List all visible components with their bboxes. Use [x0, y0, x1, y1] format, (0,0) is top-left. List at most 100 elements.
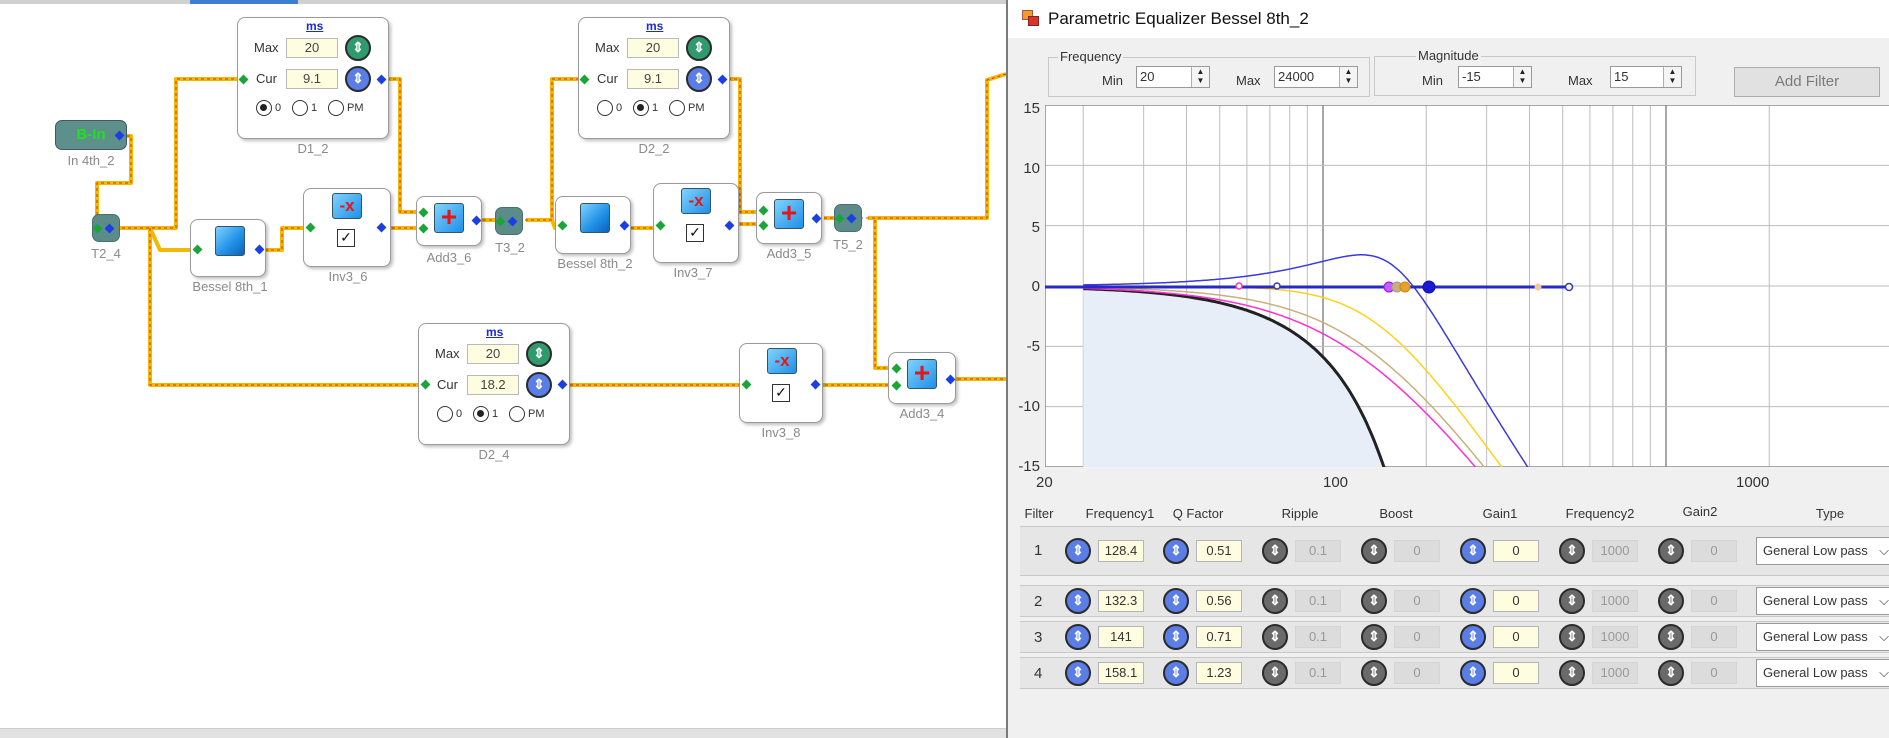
mag-min-input[interactable]: -15 ▲ ▼	[1458, 66, 1532, 88]
gain1-field[interactable]: 0	[1493, 626, 1539, 648]
adjust-knob-icon[interactable]: ⇕	[1460, 660, 1486, 686]
filter-handle-marker	[1534, 283, 1542, 291]
adjust-knob-icon[interactable]: ⇕	[686, 35, 712, 61]
mag-max-input[interactable]: 15 ▲ ▼	[1610, 66, 1682, 88]
filter-type-select[interactable]: General Low pass ⌵	[1756, 587, 1889, 615]
adjust-knob-icon[interactable]: ⇕	[1163, 538, 1189, 564]
frequency2-field: 1000	[1592, 590, 1638, 612]
spin-arrows-icon[interactable]: ▲ ▼	[1191, 67, 1209, 87]
filter-row: 2 ⇕ 132.3 ⇕ 0.56 ⇕ 0.1 ⇕ 0 ⇕ 0 ⇕ 1000 ⇕ …	[1020, 585, 1889, 617]
cur-value-field[interactable]: 9.1	[627, 69, 679, 89]
spin-arrows-icon[interactable]: ▲ ▼	[1339, 67, 1357, 87]
horizontal-scrollbar[interactable]	[0, 728, 1006, 738]
adjust-knob-icon[interactable]: ⇕	[1262, 660, 1288, 686]
adjust-knob-icon[interactable]: ⇕	[1559, 538, 1585, 564]
q-factor-field[interactable]: 0.56	[1196, 590, 1242, 612]
design-canvas[interactable]: B-In In 4th_2 T2_4 Bessel 8th_1 -x ✓ Inv…	[0, 0, 1006, 738]
frequency1-field[interactable]: 141	[1098, 626, 1144, 648]
radio-1[interactable]	[473, 406, 489, 422]
adjust-knob-icon[interactable]: ⇕	[1065, 660, 1091, 686]
add-filter-button[interactable]: Add Filter	[1734, 67, 1880, 97]
radio-1[interactable]	[633, 100, 649, 116]
filter-type-select[interactable]: General Low pass ⌵	[1756, 623, 1889, 651]
adjust-knob-icon[interactable]: ⇕	[1658, 624, 1684, 650]
adjust-knob-icon[interactable]: ⇕	[1658, 588, 1684, 614]
gain1-field[interactable]: 0	[1493, 662, 1539, 684]
adjust-knob-icon[interactable]: ⇕	[1559, 660, 1585, 686]
adjust-knob-icon[interactable]: ⇕	[1065, 538, 1091, 564]
unit-link[interactable]: ms	[306, 19, 323, 33]
radio-0[interactable]	[256, 100, 272, 116]
filter-handle-marker	[1564, 282, 1574, 292]
max-label: Max	[254, 40, 279, 55]
cur-value-field[interactable]: 18.2	[467, 375, 519, 395]
filter-type-select[interactable]: General Low pass ⌵	[1756, 659, 1889, 687]
q-factor-field[interactable]: 0.71	[1196, 626, 1242, 648]
adjust-knob-icon[interactable]: ⇕	[1361, 624, 1387, 650]
adjust-knob-icon[interactable]: ⇕	[1163, 660, 1189, 686]
adjust-knob-icon[interactable]: ⇕	[1361, 660, 1387, 686]
adjust-knob-icon[interactable]: ⇕	[1163, 588, 1189, 614]
block-label: Add3_6	[426, 250, 472, 265]
max-label: Max	[435, 346, 460, 361]
adjust-knob-icon[interactable]: ⇕	[1361, 588, 1387, 614]
radio-pm[interactable]	[669, 100, 685, 116]
adjust-knob-icon[interactable]: ⇕	[1460, 588, 1486, 614]
adjust-knob-icon[interactable]: ⇕	[345, 66, 371, 92]
frequency2-field: 1000	[1592, 626, 1638, 648]
block-label: D2_4	[478, 447, 510, 462]
frequency-response-plot[interactable]	[1045, 105, 1889, 467]
adjust-knob-icon[interactable]: ⇕	[686, 66, 712, 92]
adjust-knob-icon[interactable]: ⇕	[1559, 624, 1585, 650]
gain1-field[interactable]: 0	[1493, 540, 1539, 562]
adjust-knob-icon[interactable]: ⇕	[345, 35, 371, 61]
radio-1[interactable]	[292, 100, 308, 116]
freq-max-input[interactable]: 24000 ▲ ▼	[1274, 66, 1358, 88]
max-value-field[interactable]: 20	[286, 38, 338, 58]
frequency1-field[interactable]: 158.1	[1098, 662, 1144, 684]
unit-link[interactable]: ms	[486, 325, 503, 339]
x-tick-label: 20	[1036, 474, 1053, 491]
delay-block-d1-2[interactable]: ms Max 20 ⇕ Cur 9.1 ⇕ 0 1 PM	[237, 17, 389, 139]
column-header-type: Type	[1815, 506, 1845, 521]
adjust-knob-icon[interactable]: ⇕	[1658, 538, 1684, 564]
radio-pm[interactable]	[328, 100, 344, 116]
adjust-knob-icon[interactable]: ⇕	[1163, 624, 1189, 650]
spin-arrows-icon[interactable]: ▲ ▼	[1513, 67, 1531, 87]
gain1-field[interactable]: 0	[1493, 590, 1539, 612]
adjust-knob-icon[interactable]: ⇕	[1658, 660, 1684, 686]
q-factor-field[interactable]: 1.23	[1196, 662, 1242, 684]
freq-min-input[interactable]: 20 ▲ ▼	[1136, 66, 1210, 88]
q-factor-field[interactable]: 0.51	[1196, 540, 1242, 562]
ripple-field: 0.1	[1295, 626, 1341, 648]
wire	[259, 226, 309, 252]
adjust-knob-icon[interactable]: ⇕	[1460, 538, 1486, 564]
adjust-knob-icon[interactable]: ⇕	[1262, 538, 1288, 564]
max-value-field[interactable]: 20	[627, 38, 679, 58]
frequency1-field[interactable]: 128.4	[1098, 540, 1144, 562]
radio-0[interactable]	[597, 100, 613, 116]
invert-checkbox[interactable]: ✓	[686, 224, 704, 242]
max-value-field[interactable]: 20	[467, 344, 519, 364]
adjust-knob-icon[interactable]: ⇕	[1262, 624, 1288, 650]
invert-checkbox[interactable]: ✓	[337, 229, 355, 247]
frequency1-field[interactable]: 132.3	[1098, 590, 1144, 612]
adjust-knob-icon[interactable]: ⇕	[526, 341, 552, 367]
adjust-knob-icon[interactable]: ⇕	[1361, 538, 1387, 564]
adjust-knob-icon[interactable]: ⇕	[1262, 588, 1288, 614]
delay-block-d2-4[interactable]: ms Max 20 ⇕ Cur 18.2 ⇕ 0 1 PM	[418, 323, 570, 445]
adjust-knob-icon[interactable]: ⇕	[1065, 624, 1091, 650]
radio-pm[interactable]	[509, 406, 525, 422]
filter-type-select[interactable]: General Low pass ⌵	[1756, 537, 1889, 565]
radio-0[interactable]	[437, 406, 453, 422]
invert-checkbox[interactable]: ✓	[772, 384, 790, 402]
cur-value-field[interactable]: 9.1	[286, 69, 338, 89]
adjust-knob-icon[interactable]: ⇕	[1559, 588, 1585, 614]
spin-arrows-icon[interactable]: ▲ ▼	[1663, 67, 1681, 87]
adjust-knob-icon[interactable]: ⇕	[526, 372, 552, 398]
delay-block-d2-2[interactable]: ms Max 20 ⇕ Cur 9.1 ⇕ 0 1 PM	[578, 17, 730, 139]
window-title-bar[interactable]: Parametric Equalizer Bessel 8th_2	[1008, 0, 1889, 38]
unit-link[interactable]: ms	[646, 19, 663, 33]
adjust-knob-icon[interactable]: ⇕	[1460, 624, 1486, 650]
adjust-knob-icon[interactable]: ⇕	[1065, 588, 1091, 614]
